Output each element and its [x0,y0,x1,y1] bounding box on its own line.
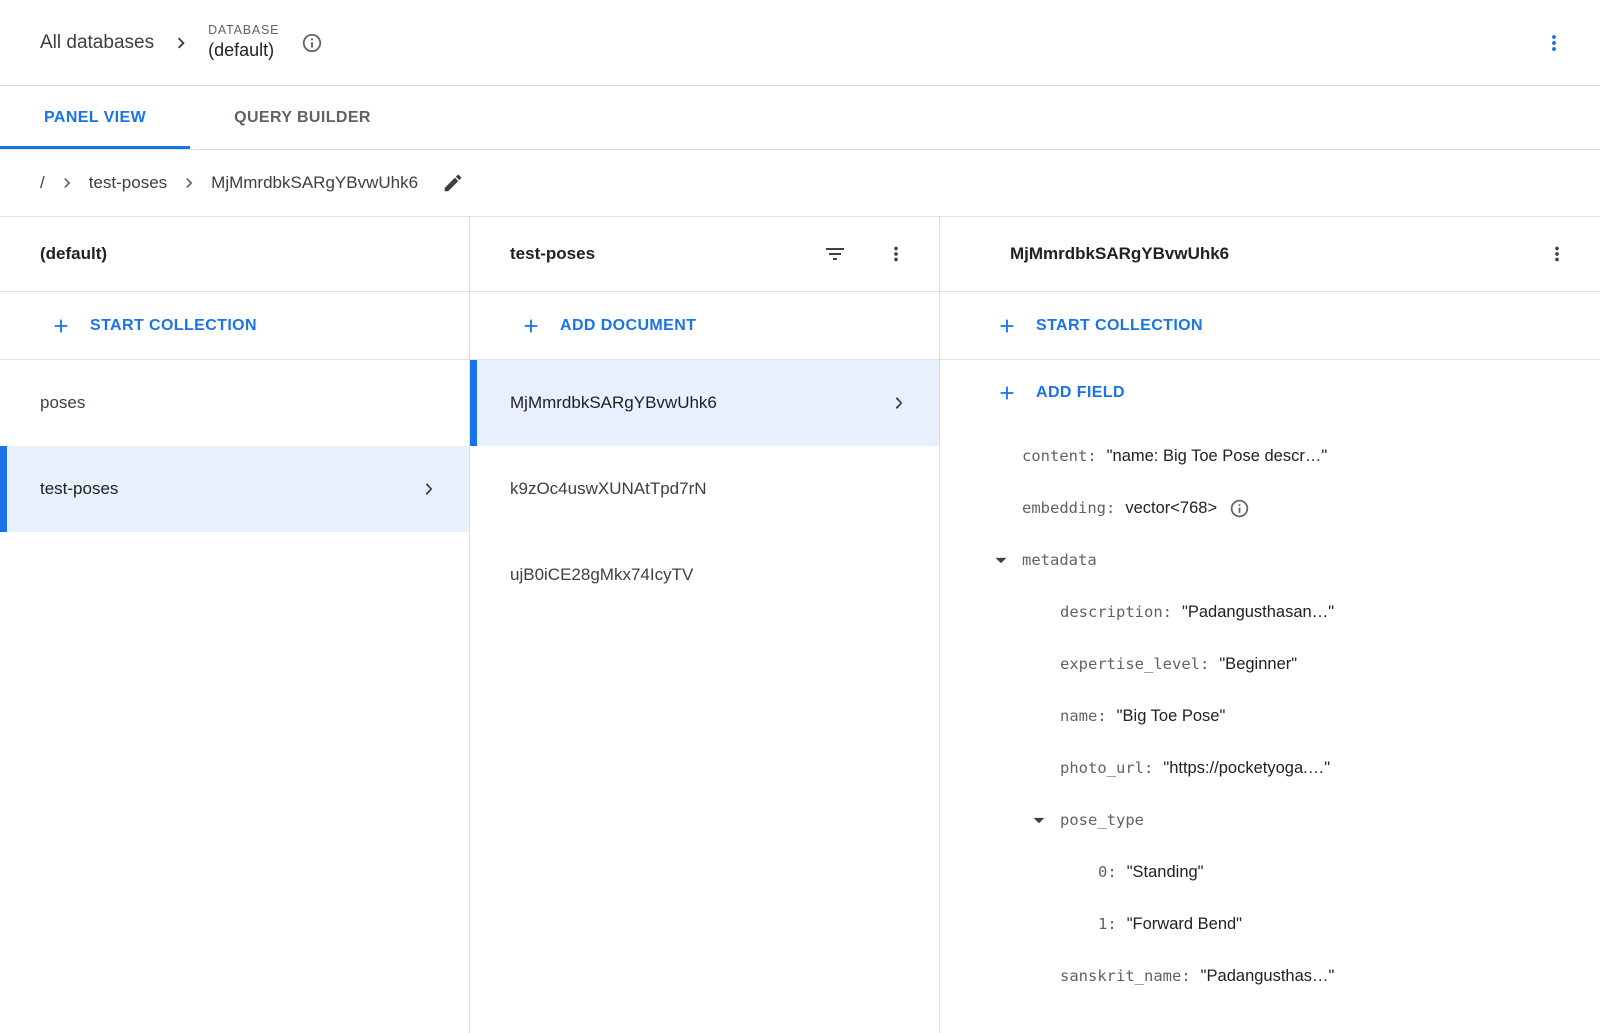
tab-panel-view[interactable]: PANEL VIEW [0,86,190,149]
list-item[interactable]: ujB0iCE28gMkx74IcyTV [470,532,939,618]
document-id: ujB0iCE28gMkx74IcyTV [510,565,693,585]
field-value: "https://pocketyoga.…" [1163,759,1330,778]
start-collection-button[interactable]: START COLLECTION [940,292,1600,360]
list-item[interactable]: k9zOc4uswXUNAtTpd7rN [470,446,939,532]
field-row[interactable]: name "Big Toe Pose" [940,690,1600,742]
database-panel-title: (default) [40,244,107,264]
document-fields: content "name: Big Toe Pose descr…" embe… [940,426,1600,1002]
field-row[interactable]: description "Padangusthasan…" [940,586,1600,638]
breadcrumb-all-databases[interactable]: All databases [40,32,154,54]
edit-path-pencil-icon[interactable] [436,166,470,200]
start-collection-button[interactable]: START COLLECTION [0,292,469,360]
field-row[interactable]: sanskrit_name "Padangusthas…" [940,950,1600,1002]
field-value: "Padangusthasan…" [1182,603,1334,622]
page-overflow-menu-icon[interactable] [1536,25,1572,61]
list-item[interactable]: MjMmrdbkSARgYBvwUhk6 [470,360,939,446]
field-key: expertise_level [1060,655,1209,673]
field-key: 0 [1098,863,1117,881]
field-key: name [1060,707,1107,725]
chevron-right-icon [887,391,911,415]
collection-panel: test-poses ADD DOCUMENT [470,217,940,1033]
field-row[interactable]: expertise_level "Beginner" [940,638,1600,690]
add-field-label: ADD FIELD [1036,384,1125,402]
field-value: "Big Toe Pose" [1117,707,1226,726]
plus-icon [996,315,1018,337]
list-item[interactable]: test-poses [0,446,469,532]
chevron-right-icon [170,32,192,54]
add-document-button[interactable]: ADD DOCUMENT [470,292,939,360]
database-breadcrumb: All databases DATABASE (default) [40,23,329,61]
list-item[interactable]: poses [0,360,469,446]
field-row[interactable]: pose_type [940,794,1600,846]
field-value: "Beginner" [1219,655,1297,674]
database-panel-header: (default) [0,217,469,292]
field-key: content [1022,447,1097,465]
database-info-icon[interactable] [295,26,329,60]
field-value: "Forward Bend" [1127,915,1242,934]
document-panel: MjMmrdbkSARgYBvwUhk6 START COLLECTION [940,217,1600,1033]
database-panel: (default) START COLLECTION poses test-po… [0,217,470,1033]
panel-view-columns: (default) START COLLECTION poses test-po… [0,217,1600,1033]
document-panel-header: MjMmrdbkSARgYBvwUhk6 [940,217,1600,292]
collection-panel-title: test-poses [510,244,595,264]
field-key: 1 [1098,915,1117,933]
field-row[interactable]: embedding vector<768> [940,482,1600,534]
plus-icon [520,315,542,337]
chevron-right-icon [417,477,441,501]
field-key: description [1060,603,1172,621]
field-row[interactable]: content "name: Big Toe Pose descr…" [940,430,1600,482]
document-path-breadcrumb: / test-poses MjMmrdbkSARgYBvwUhk6 [0,150,1600,217]
add-document-label: ADD DOCUMENT [560,317,696,335]
add-field-button[interactable]: ADD FIELD [940,360,1600,426]
collection-name: test-poses [40,479,118,499]
field-key: sanskrit_name [1060,967,1191,985]
field-value: vector<768> [1125,499,1217,518]
document-overflow-menu-icon[interactable] [1540,237,1574,271]
collection-panel-header: test-poses [470,217,939,292]
topbar: All databases DATABASE (default) [0,0,1600,86]
start-collection-label: START COLLECTION [90,317,257,335]
field-row[interactable]: 0 "Standing" [940,846,1600,898]
field-row[interactable]: photo_url "https://pocketyoga.…" [940,742,1600,794]
path-root[interactable]: / [40,173,45,193]
collapse-arrow-icon[interactable] [988,547,1022,573]
database-name: (default) [208,39,279,62]
field-key: metadata [1022,551,1097,569]
database-title-stack: DATABASE (default) [208,23,279,61]
collection-overflow-menu-icon[interactable] [879,237,913,271]
field-value: "name: Big Toe Pose descr…" [1107,447,1328,466]
path-document[interactable]: MjMmrdbkSARgYBvwUhk6 [211,173,418,193]
firestore-console: All databases DATABASE (default) PANEL V… [0,0,1600,1033]
view-tabs: PANEL VIEW QUERY BUILDER [0,86,1600,150]
document-id: MjMmrdbkSARgYBvwUhk6 [510,393,717,413]
plus-icon [996,382,1018,404]
field-row[interactable]: metadata [940,534,1600,586]
collections-list: poses test-poses [0,360,469,532]
field-key: photo_url [1060,759,1153,777]
collapse-arrow-icon[interactable] [1026,807,1060,833]
field-key: pose_type [1060,811,1144,829]
filter-icon[interactable] [817,236,853,272]
plus-icon [50,315,72,337]
chevron-right-icon [57,173,77,193]
field-value: "Standing" [1127,863,1204,882]
documents-list: MjMmrdbkSARgYBvwUhk6 k9zOc4uswXUNAtTpd7r… [470,360,939,618]
field-row[interactable]: 1 "Forward Bend" [940,898,1600,950]
collection-name: poses [40,393,85,413]
document-panel-title: MjMmrdbkSARgYBvwUhk6 [1010,244,1229,264]
path-collection[interactable]: test-poses [89,173,167,193]
chevron-right-icon [179,173,199,193]
document-id: k9zOc4uswXUNAtTpd7rN [510,479,707,499]
field-key: embedding [1022,499,1115,517]
tab-query-builder[interactable]: QUERY BUILDER [190,86,415,149]
vector-info-icon[interactable] [1229,498,1250,519]
start-collection-label: START COLLECTION [1036,317,1203,335]
field-value: "Padangusthas…" [1201,967,1335,986]
database-label: DATABASE [208,23,279,39]
